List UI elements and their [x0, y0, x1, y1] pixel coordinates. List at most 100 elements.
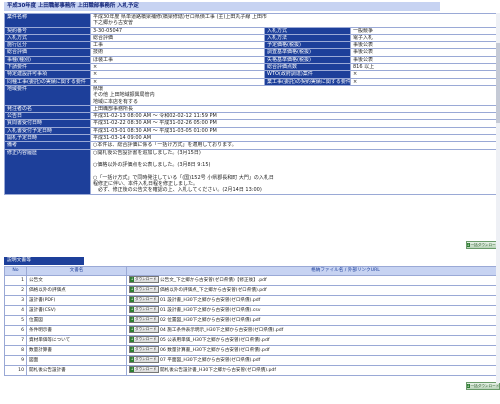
download-button[interactable]: ↓ ダウンロード	[129, 326, 159, 333]
field-label: 業件名称	[4, 13, 91, 28]
field-value: 事後公表	[349, 41, 500, 50]
doc-name: 設計書(CSV)	[26, 305, 127, 316]
vertical-scrollbar[interactable]	[496, 13, 500, 383]
field-value: ×	[90, 70, 265, 79]
info-row: 下請要件 × 総合評価点数 816 以上	[4, 63, 500, 72]
download-button[interactable]: ↓ ダウンロード	[129, 356, 159, 363]
download-button[interactable]: ↓ ダウンロード	[129, 316, 159, 323]
info-row: 総合評価 技術 調査基準価格(税抜) 事後公表	[4, 48, 500, 57]
download-arrow-icon: ↓	[130, 327, 134, 332]
info-row: 同種工事(委託)の実績に関する要件 × 業工事(委託)の契約実績に関する要件 ×	[4, 77, 500, 86]
table-row: 3 設計書(PDF) ↓ ダウンロード 01 設計書_H30下之郷から古安曽(ゼロ県債)…	[4, 295, 500, 306]
download-button-label: ダウンロード	[135, 327, 157, 331]
download-button[interactable]: ↓ ダウンロード	[129, 346, 159, 353]
field-value: 事後公表	[349, 55, 500, 65]
field-label: 調査基準価格(税抜)	[264, 48, 351, 57]
table-row: 4 設計書(CSV) ↓ ダウンロード 01 設計書_H30下之郷から古安曽(ゼロ県債)…	[4, 305, 500, 316]
field-value: 一般競争	[349, 26, 500, 35]
table-row: 9 図面 ↓ ダウンロード 07 平面図_H30下之郷から古安曽(ゼロ県債).pdf	[4, 355, 500, 366]
docs-section-title: 説明文書等	[4, 257, 84, 265]
info-row: 備考 ○本件は、総合評価に係る「一括け方式」を適用しております。	[4, 141, 500, 150]
docs-panel: No 文書名 格納ファイル名 / 外部リンクURL 1 公告文 ↓ ダウンロード 公告文…	[4, 266, 500, 381]
download-icon: ↓	[466, 243, 470, 247]
field-value: 平成31-03-14 09:00 AM	[89, 134, 500, 143]
field-value: 平成31-03-01 08:30 AM ～ 平成31-03-05 01:00 P…	[89, 126, 500, 136]
download-button[interactable]: ↓ ダウンロード	[129, 366, 159, 373]
field-label: 失格基準価格(税抜)	[264, 55, 351, 65]
download-button-label: ダウンロード	[135, 317, 157, 321]
info-row: 公告日 平成31-02-13 08:00 AM ～ 令和02-02-12 11:5…	[4, 112, 500, 121]
download-all-button-bottom[interactable]: ↓ 一括ダウンロード	[466, 382, 500, 390]
table-row: 8 数量計算書 ↓ ダウンロード 06 数量計算書_H30下之郷から古安曽(ゼロ県債).…	[4, 345, 500, 356]
info-row: 入札書受付予定日時 平成31-03-01 08:30 AM ～ 平成31-03-0…	[4, 126, 500, 136]
scrollbar-thumb[interactable]	[496, 43, 500, 123]
download-arrow-icon: ↓	[130, 317, 134, 322]
download-all-button[interactable]: ↓ 一括ダウンロード	[466, 241, 500, 249]
field-label: 質問書受付日時	[4, 119, 91, 128]
file-link[interactable]: 価格以外の評価点_下之郷から古安曽(ゼロ県債).pdf	[160, 288, 267, 293]
download-button[interactable]: ↓ ダウンロード	[129, 306, 159, 313]
download-button-label: ダウンロード	[135, 337, 157, 341]
doc-file-cell: ↓ ダウンロード 01 設計書_H30下之郷から古安曽(ゼロ県債).pdf	[126, 295, 500, 306]
field-value: 事後公表	[349, 48, 500, 57]
field-label: 修正内容履歴	[4, 148, 91, 195]
doc-file-cell: ↓ ダウンロード 05 公表用単価_H30下之郷から古安曽(ゼロ県債).pdf	[126, 335, 500, 346]
field-value: 平成31-02-13 08:00 AM ～ 令和02-02-12 11:59 P…	[89, 112, 500, 121]
table-row: 10 開札後公告設計書 ↓ ダウンロード 開札後公告設計書_H30下之郷から古安曽(ゼロ…	[4, 365, 500, 376]
doc-number: 1	[4, 275, 27, 286]
field-value: 平成31-02-22 08:30 AM ～ 平成31-02-26 05:00 P…	[89, 119, 500, 128]
info-table: 業件名称 平成30年度 県単道路橋梁補修(橋梁修繕)ゼロ県債工事 (主)上田丸子線…	[4, 13, 500, 195]
field-label: 入札方式	[4, 33, 91, 43]
field-label: 予定価格(税抜)	[264, 41, 351, 50]
download-button[interactable]: ↓ ダウンロード	[129, 296, 159, 303]
field-label: 特定建設許可事項	[4, 70, 91, 79]
field-value: 技術	[90, 48, 265, 57]
download-arrow-icon: ↓	[130, 297, 134, 302]
info-row: 事種(種別) ほ装工事 失格基準価格(税抜) 事後公表	[4, 55, 500, 65]
file-link[interactable]: 開札後公告設計書_H30下之郷から古安曽(ゼロ県債).pdf	[160, 368, 276, 373]
doc-name: 価格以外の評価点	[26, 285, 127, 296]
field-value: ○開札後公告設計書を追加しました。(3月15日) ○価格以外の評価点を公表しまし…	[89, 148, 500, 195]
info-row: 地域要件 県環 その他 上田地域振興局管内 地域に本店を有する	[4, 84, 500, 106]
file-link[interactable]: 06 数量計算書_H30下之郷から古安曽(ゼロ県債).pdf	[160, 348, 270, 353]
file-link[interactable]: 01 設計書_H30下之郷から古安曽(ゼロ県債).pdf	[160, 298, 260, 303]
file-link[interactable]: 05 公表用単価_H30下之郷から古安曽(ゼロ県債).pdf	[160, 338, 270, 343]
download-arrow-icon: ↓	[130, 367, 134, 372]
table-row: 5 位置図 ↓ ダウンロード 02 位置図_H30下之郷から古安曽(ゼロ県債).pdf	[4, 315, 500, 326]
table-row: 2 価格以外の評価点 ↓ ダウンロード 価格以外の評価点_下之郷から古安曽(ゼロ県債).…	[4, 285, 500, 296]
doc-file-cell: ↓ ダウンロード 価格以外の評価点_下之郷から古安曽(ゼロ県債).pdf	[126, 285, 500, 296]
field-label: 下請要件	[4, 63, 91, 72]
page-title: 平成30年度 上田職部事務所 上田職部事務所 入札予定	[4, 2, 440, 11]
download-button[interactable]: ↓ ダウンロード	[129, 336, 159, 343]
info-row: 施行区分 工事 予定価格(税抜) 事後公表	[4, 41, 500, 50]
doc-name: 図面	[26, 355, 127, 366]
field-value: 総合評価	[90, 33, 265, 43]
file-link[interactable]: 02 位置図_H30下之郷から古安曽(ゼロ県債).pdf	[160, 318, 260, 323]
file-link[interactable]: 公告文_下之郷から古安曽(ゼロ県債)【修正後】.pdf	[160, 278, 267, 283]
doc-name: 設計書(PDF)	[26, 295, 127, 306]
download-button-label: ダウンロード	[135, 307, 157, 311]
file-link[interactable]: 07 平面図_H30下之郷から古安曽(ゼロ県債).pdf	[160, 358, 260, 363]
field-label: 入札方法	[264, 33, 351, 43]
doc-number: 8	[4, 345, 27, 356]
field-value: 工事	[90, 41, 265, 50]
doc-file-cell: ↓ ダウンロード 公告文_下之郷から古安曽(ゼロ県債)【修正後】.pdf	[126, 275, 500, 286]
doc-name: 条件明示書	[26, 325, 127, 336]
download-icon: ↓	[466, 384, 470, 388]
file-link[interactable]: 01 設計書_H30下之郷から古安曽(ゼロ県債).csv	[160, 308, 261, 313]
field-value: ×	[90, 77, 265, 86]
field-value: 上田職部事務所長	[89, 104, 500, 114]
download-button[interactable]: ↓ ダウンロード	[129, 276, 159, 283]
doc-number: 10	[4, 365, 27, 376]
field-value: ○本件は、総合評価に係る「一括け方式」を適用しております。	[89, 141, 500, 150]
doc-name: 公告文	[26, 275, 127, 286]
file-link[interactable]: 04 施工条件表示明示_H30下之郷から古安曽(ゼロ県債).pdf	[160, 328, 283, 333]
field-value: ×	[90, 63, 265, 72]
info-row: 入札方式 総合評価 入札方法 電子入札	[4, 33, 500, 43]
field-label: 業工事(委託)の契約実績に関する要件	[264, 77, 351, 86]
field-value: 電子入札	[349, 33, 500, 43]
field-label: 公告日	[4, 112, 91, 121]
download-button[interactable]: ↓ ダウンロード	[129, 286, 159, 293]
download-button-label: ダウンロード	[135, 367, 157, 371]
download-button-label: ダウンロード	[135, 297, 157, 301]
